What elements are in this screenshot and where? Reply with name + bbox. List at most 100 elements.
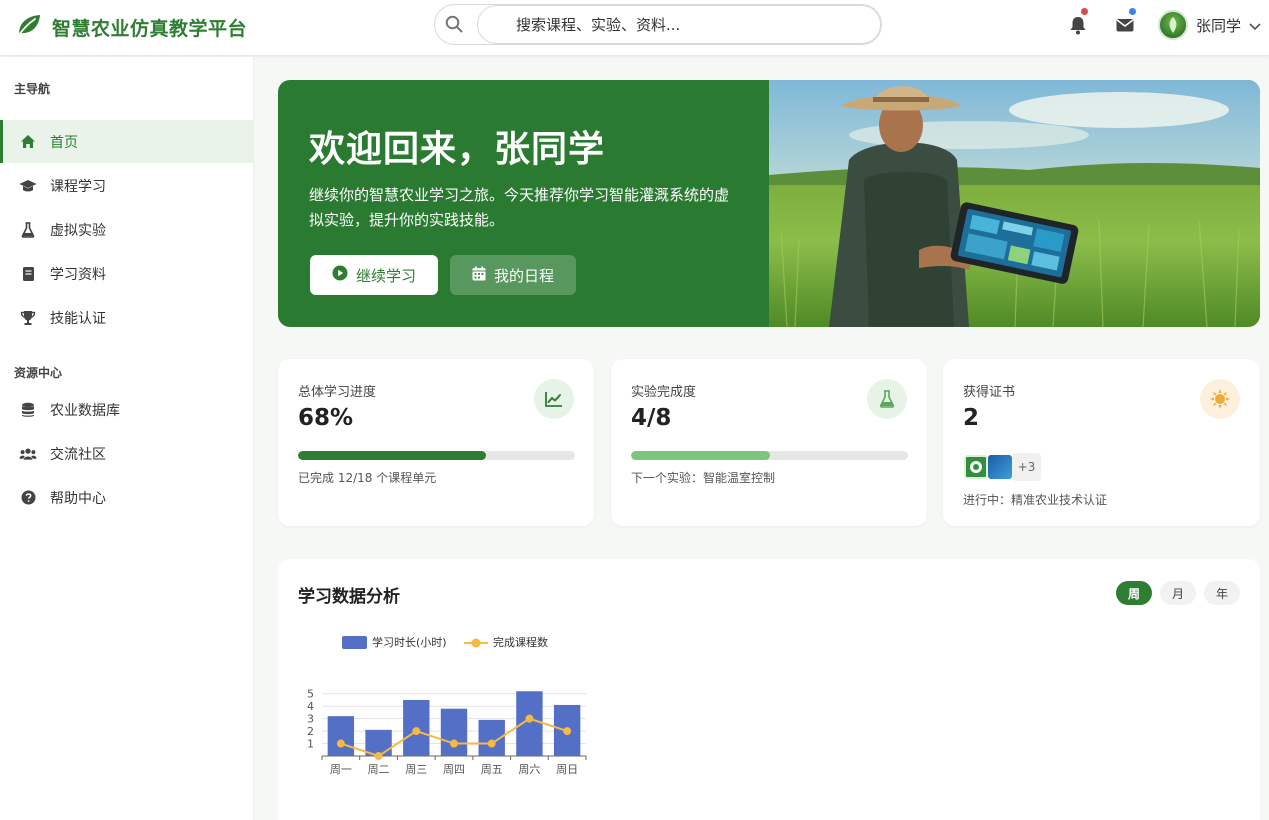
chart-line-icon: [534, 379, 574, 419]
sidebar-item-help[interactable]: 帮助中心: [0, 476, 254, 519]
calendar-icon: [472, 266, 486, 285]
progress-value: 68%: [298, 405, 354, 431]
y-tick-label: 5: [307, 688, 314, 701]
sidebar-item-courses[interactable]: 课程学习: [0, 164, 254, 207]
sidebar-item-label: 农业数据库: [50, 402, 120, 419]
resource-center-label: 资源中心: [14, 366, 63, 380]
database-icon: [19, 401, 37, 419]
banner-image: [769, 80, 1260, 327]
graduation-cap-icon: [19, 177, 37, 195]
top-header: 智慧农业仿真教学平台 张同学: [0, 0, 1269, 56]
sidebar-item-community[interactable]: 交流社区: [0, 432, 254, 475]
legend-label: 学习时长(小时): [372, 635, 447, 649]
chart-bar: [327, 716, 355, 756]
chart-point: [374, 752, 383, 760]
experiment-note: 下一个实验：智能温室控制: [631, 471, 776, 485]
leaf-logo-icon: [16, 13, 42, 41]
book-icon: [19, 265, 37, 283]
chart-bar: [440, 708, 468, 756]
sidebar: 主导航 首页 课程学习 虚拟实验 学习资料 技能认证 资源中心 农业数据库 交流…: [0, 57, 254, 820]
chart-point: [525, 714, 534, 723]
continue-learning-button[interactable]: 继续学习: [310, 255, 438, 295]
search-input[interactable]: [477, 5, 881, 44]
user-name: 张同学: [1196, 16, 1242, 35]
progress-card: 总体学习进度 68% 已完成 12/18 个课程单元: [278, 359, 594, 526]
sidebar-item-label: 虚拟实验: [50, 222, 106, 239]
chart-point: [412, 727, 421, 736]
x-tick-label: 周日: [556, 763, 578, 776]
x-tick-label: 周二: [368, 763, 390, 776]
experiment-card: 实验完成度 4/8 下一个实验：智能温室控制: [611, 359, 927, 526]
sidebar-item-database[interactable]: 农业数据库: [0, 388, 254, 431]
question-circle-icon: [19, 489, 37, 507]
home-icon: [19, 133, 37, 151]
logo[interactable]: 智慧农业仿真教学平台: [16, 12, 247, 42]
banner-title: 欢迎回来，张同学: [309, 129, 606, 170]
chart-point: [336, 739, 345, 748]
x-tick-label: 周四: [443, 763, 465, 776]
progress-bar: [298, 451, 575, 460]
experiment-value: 4/8: [631, 405, 672, 431]
progress-note: 已完成 12/18 个课程单元: [298, 471, 437, 485]
x-tick-label: 周六: [518, 763, 540, 776]
y-tick-label: 3: [307, 713, 314, 726]
y-tick-label: 1: [307, 738, 314, 751]
legend-swatch-bar: [342, 636, 367, 649]
learning-analytics-panel: 学习数据分析 周 月 年 1 2 3 4 5 周一 周二 周三 周四 周五 周六 周日 学习时长(小时)…: [278, 559, 1260, 820]
users-icon: [19, 445, 37, 463]
experiment-bar: [631, 451, 908, 460]
play-circle-icon: [332, 265, 348, 285]
chart-point: [563, 727, 572, 736]
sidebar-item-label: 课程学习: [50, 178, 106, 195]
sidebar-item-label: 技能认证: [50, 310, 106, 327]
search-icon[interactable]: [445, 15, 463, 37]
legend-label: 完成课程数: [493, 635, 548, 649]
search-bar: [434, 4, 882, 45]
chart-point: [487, 739, 496, 748]
x-tick-label: 周一: [330, 763, 352, 776]
message-dot: [1129, 8, 1136, 15]
sidebar-item-experiments[interactable]: 虚拟实验: [0, 208, 254, 251]
my-schedule-button[interactable]: 我的日程: [450, 255, 576, 295]
notification-dot: [1081, 8, 1088, 15]
sidebar-item-label: 学习资料: [50, 266, 106, 283]
sidebar-item-materials[interactable]: 学习资料: [0, 252, 254, 295]
y-tick-label: 2: [307, 725, 314, 738]
welcome-banner: 欢迎回来，张同学 继续你的智慧农业学习之旅。今天推荐你学习智能灌溉系统的虚拟实验…: [278, 80, 1260, 327]
x-tick-label: 周三: [405, 763, 427, 776]
sidebar-item-certification[interactable]: 技能认证: [0, 296, 254, 339]
banner-text: 继续你的智慧农业学习之旅。今天推荐你学习智能灌溉系统的虚拟实验，提升你的实践技能…: [309, 186, 730, 229]
certificate-thumbnail[interactable]: [988, 455, 1012, 479]
y-tick-label: 4: [307, 700, 314, 713]
certificate-value: 2: [963, 405, 980, 431]
envelope-icon[interactable]: [1114, 14, 1136, 36]
experiment-bar-fill: [631, 451, 770, 460]
certificate-label: 获得证书: [963, 385, 1016, 400]
avatar: [1158, 10, 1188, 40]
sidebar-item-label: 交流社区: [50, 446, 106, 463]
certificate-note: 进行中：精准农业技术认证: [963, 493, 1108, 507]
certificate-thumbnail[interactable]: [964, 455, 988, 479]
progress-label: 总体学习进度: [298, 385, 377, 400]
flask-icon: [867, 379, 907, 419]
banner-content: 欢迎回来，张同学 继续你的智慧农业学习之旅。今天推荐你学习智能灌溉系统的虚拟实验…: [278, 80, 769, 327]
my-schedule-label: 我的日程: [493, 267, 554, 285]
x-tick-label: 周五: [481, 763, 503, 776]
flask-icon: [19, 221, 37, 239]
certificate-card: 获得证书 2 +3 进行中：精准农业技术认证: [943, 359, 1260, 526]
experiment-label: 实验完成度: [631, 385, 697, 400]
chevron-down-icon: [1249, 16, 1261, 35]
sidebar-item-home[interactable]: 首页: [0, 120, 254, 163]
learning-chart: 12345 周一 周二 周三 周四 周五 周六 周日 学习时长(小时) 完成课程数: [307, 635, 587, 776]
user-menu[interactable]: 张同学: [1158, 9, 1261, 41]
progress-bar-fill: [298, 451, 487, 460]
legend-swatch-point: [471, 638, 481, 648]
more-certificates-badge[interactable]: +3: [1012, 453, 1041, 481]
sidebar-item-label: 帮助中心: [50, 490, 106, 507]
app-title: 智慧农业仿真教学平台: [52, 17, 248, 40]
trophy-icon: [19, 309, 37, 327]
continue-learning-label: 继续学习: [355, 267, 416, 285]
bell-icon[interactable]: [1067, 14, 1089, 36]
main-nav-label: 主导航: [14, 82, 51, 96]
chart-point: [450, 739, 458, 748]
